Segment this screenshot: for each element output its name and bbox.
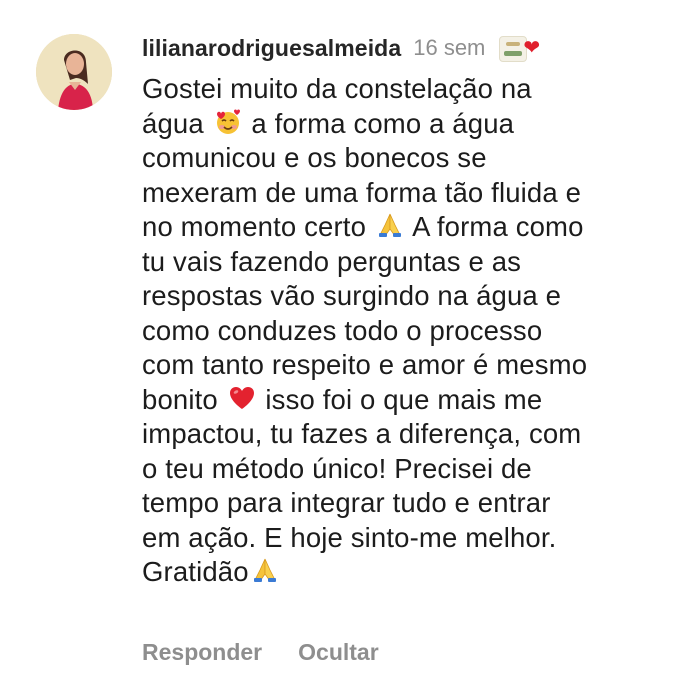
comment-header: lilianarodriguesalmeida 16 sem ❤ (142, 30, 543, 66)
avatar[interactable] (36, 34, 112, 110)
avatar-photo (36, 34, 112, 110)
comment-text: Gostei muito da constelação na água a fo… (142, 72, 672, 590)
heart-icon: ❤ (523, 37, 541, 59)
folded-hands-icon (376, 211, 404, 239)
smiling-face-with-hearts-icon (214, 108, 242, 136)
comment: lilianarodriguesalmeida 16 sem ❤ Gostei … (0, 0, 700, 700)
reply-button[interactable]: Responder (142, 639, 262, 666)
comment-actions: Responder Ocultar (142, 636, 379, 668)
folded-hands-icon (251, 556, 279, 584)
profile-badge-with-heart-icon: ❤ (497, 33, 543, 63)
hide-button[interactable]: Ocultar (298, 639, 379, 666)
timestamp[interactable]: 16 sem (413, 35, 485, 61)
username-link[interactable]: lilianarodriguesalmeida (142, 35, 401, 62)
red-heart-icon (228, 384, 256, 412)
